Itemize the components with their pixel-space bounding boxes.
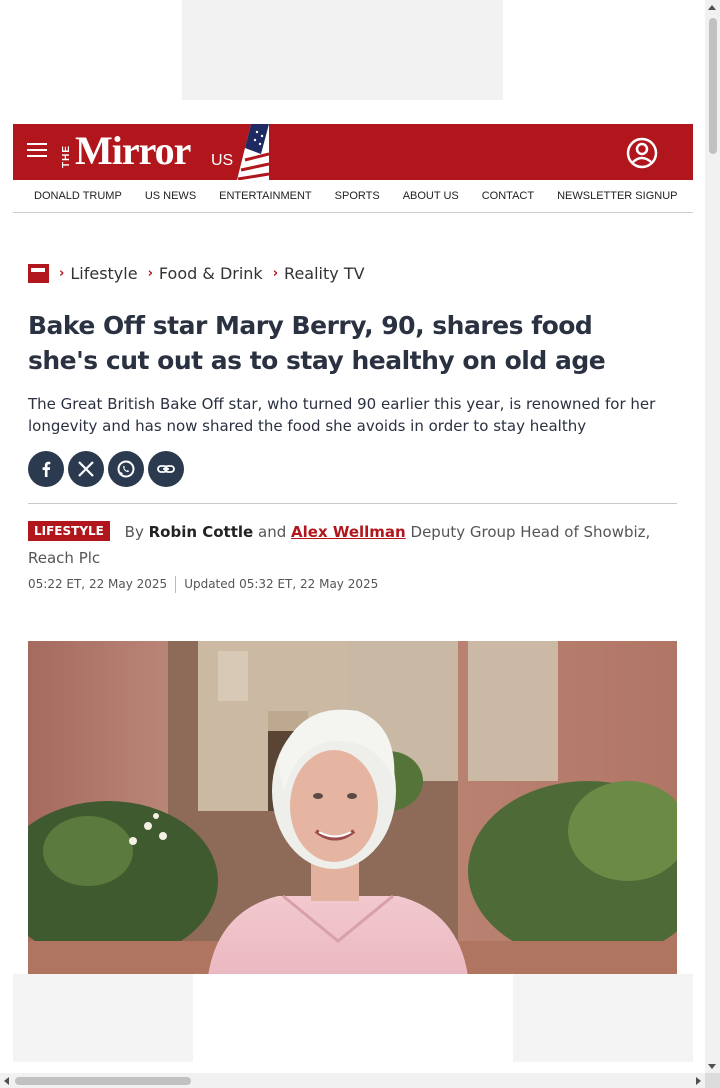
horizontal-scroll-thumb[interactable]: [15, 1077, 191, 1085]
scroll-down-arrow-icon[interactable]: [708, 1064, 716, 1069]
chevron-right-icon: ›: [272, 265, 279, 281]
vertical-scroll-thumb[interactable]: [709, 18, 717, 154]
chevron-right-icon: ›: [147, 265, 153, 281]
logo-the: THE: [61, 145, 72, 168]
breadcrumb-reality-tv[interactable]: Reality TV: [284, 264, 364, 283]
breadcrumb-food-drink[interactable]: Food & Drink: [159, 264, 263, 283]
scroll-up-arrow-icon[interactable]: [708, 5, 716, 10]
breadcrumb-lifestyle[interactable]: Lifestyle: [70, 264, 137, 283]
date-separator: [175, 575, 177, 593]
nav-sports[interactable]: SPORTS: [335, 190, 380, 202]
scroll-left-arrow-icon[interactable]: [4, 1077, 9, 1085]
chevron-right-icon: ›: [59, 265, 65, 281]
nav-us-news[interactable]: US NEWS: [145, 190, 196, 202]
top-advert-slot: [182, 0, 503, 100]
advert-frame: [193, 974, 513, 1062]
article-standfirst: The Great British Bake Off star, who tur…: [28, 395, 656, 435]
home-logo-icon[interactable]: [28, 263, 49, 283]
share-x-button[interactable]: [68, 451, 104, 487]
section-tag[interactable]: LIFESTYLE: [28, 521, 110, 541]
horizontal-scrollbar[interactable]: [0, 1073, 705, 1088]
facebook-icon: [42, 461, 51, 477]
copy-link-icon: [157, 465, 175, 473]
masthead: THE Mirror US: [13, 124, 693, 180]
hero-image[interactable]: [28, 641, 677, 976]
updated-date: Updated 05:32 ET, 22 May 2025: [184, 577, 379, 591]
author-link[interactable]: Alex Wellman: [291, 523, 406, 541]
byline-divider: [28, 503, 677, 504]
scrollbar-corner: [705, 1073, 720, 1088]
mirror-us-logo[interactable]: THE Mirror US: [59, 124, 269, 180]
flag-icon: [237, 124, 269, 180]
share-whatsapp-button[interactable]: [108, 451, 144, 487]
author-name: Robin Cottle: [148, 523, 254, 541]
hero-photo-illustration: [28, 641, 677, 976]
nav-newsletter-signup[interactable]: NEWSLETTER SIGNUP: [557, 190, 677, 202]
copy-link-button[interactable]: [148, 451, 184, 487]
logo-word: Mirror: [75, 128, 191, 173]
article-dates: 05:22 ET, 22 May 2025 Updated 05:32 ET, …: [28, 575, 378, 593]
nav-entertainment[interactable]: ENTERTAINMENT: [219, 190, 312, 202]
account-icon[interactable]: [625, 136, 659, 170]
nav-about-us[interactable]: ABOUT US: [403, 190, 459, 202]
published-date: 05:22 ET, 22 May 2025: [28, 577, 168, 591]
bottom-advert-slot: [13, 974, 693, 1062]
menu-icon[interactable]: [27, 143, 47, 159]
byline-by: By: [124, 523, 144, 541]
section-nav: DONALD TRUMP US NEWS ENTERTAINMENT SPORT…: [13, 180, 693, 213]
article-headline: Bake Off star Mary Berry, 90, shares foo…: [28, 311, 606, 375]
breadcrumb: › Lifestyle › Food & Drink › Reality TV: [28, 262, 365, 284]
nav-donald-trump[interactable]: DONALD TRUMP: [34, 190, 122, 202]
whatsapp-icon: [117, 460, 135, 478]
nav-contact[interactable]: CONTACT: [482, 190, 534, 202]
share-bar: [28, 451, 188, 487]
byline-and: and: [258, 523, 287, 541]
vertical-scrollbar[interactable]: [705, 0, 720, 1073]
share-facebook-button[interactable]: [28, 451, 64, 487]
x-icon: [78, 461, 94, 477]
byline: LIFESTYLE By Robin Cottle and Alex Wellm…: [28, 519, 678, 571]
scroll-right-arrow-icon[interactable]: [696, 1077, 701, 1085]
